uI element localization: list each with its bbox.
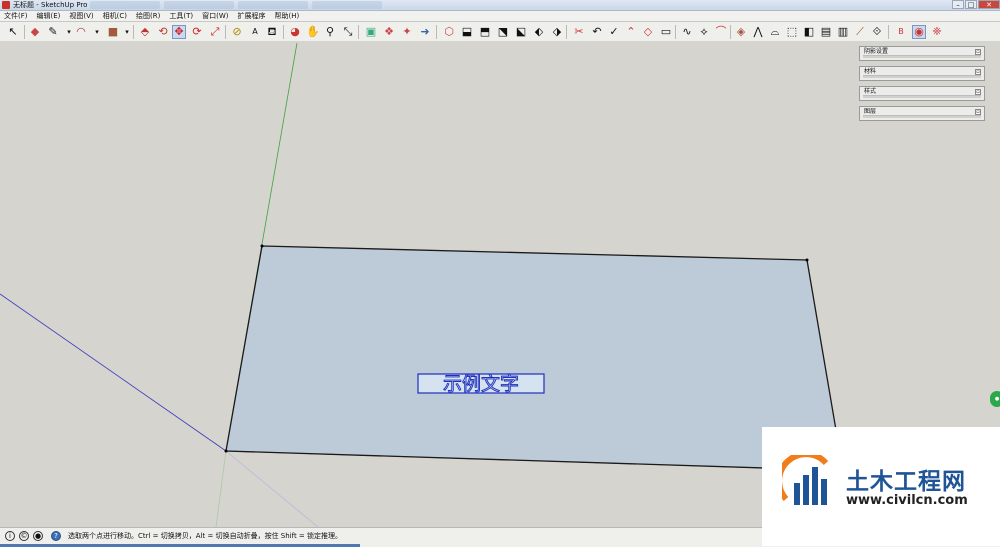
warehouse-icon[interactable]: ▣ — [364, 25, 378, 39]
main-toolbar: ↖ ◆ ✎ ▾ ◠ ▾ ■ ▾ ⬘ ⟲ ✥ ⟳ ⤢ ⊘ A ⛾ ◕ ✋ ⚲ ⤡ … — [0, 22, 1000, 42]
floating-badge-icon[interactable]: ● — [990, 391, 1000, 407]
back-edges-icon[interactable]: ⋀ — [751, 25, 765, 39]
user-icon[interactable]: ● — [33, 531, 43, 541]
follow-me-tool-icon[interactable]: ⟲ — [156, 25, 170, 39]
solid-tools-icon[interactable]: ✂ — [572, 25, 586, 39]
watermark-logo-icon — [782, 455, 829, 505]
top-view-icon[interactable]: ⬓ — [460, 25, 474, 39]
extension-warehouse-icon[interactable]: ✦ — [400, 25, 414, 39]
menu-extensions[interactable]: 扩展程序 — [233, 11, 270, 21]
left-view-icon[interactable]: ⬖ — [532, 25, 546, 39]
sketchup-app-icon — [2, 1, 10, 9]
paint-bucket-tool-icon[interactable]: ⛾ — [265, 25, 279, 39]
zoom-tool-icon[interactable]: ⚲ — [323, 25, 337, 39]
sandbox-smoove-icon[interactable]: ⌒ — [714, 25, 728, 39]
menu-edit[interactable]: 编辑(E) — [33, 11, 66, 21]
menu-camera[interactable]: 相机(C) — [99, 11, 132, 21]
ruby-script-icon[interactable]: ◉ — [912, 25, 926, 39]
front-view-icon[interactable]: ⬒ — [478, 25, 492, 39]
close-button[interactable]: ✕ — [978, 0, 1000, 9]
taskbar-ghost-tabs — [90, 0, 490, 10]
text-tool-icon[interactable]: A — [248, 25, 262, 39]
move-tool-icon[interactable]: ✥ — [172, 25, 186, 39]
status-message: 选取两个点进行移动。Ctrl = 切换拷贝，Alt = 切换自动折叠，按住 Sh… — [68, 532, 343, 540]
subtract-icon[interactable]: ⌃ — [624, 25, 638, 39]
sandbox-scratch-icon[interactable]: ⟡ — [697, 25, 711, 39]
arc-dropdown-icon[interactable]: ▾ — [90, 25, 104, 39]
orbit-tool-icon[interactable]: ◕ — [288, 25, 302, 39]
iso-view-icon[interactable]: ⬡ — [442, 25, 456, 39]
credits-icon[interactable]: © — [19, 531, 29, 541]
sandbox-contours-icon[interactable]: ∿ — [680, 25, 694, 39]
push-pull-tool-icon[interactable]: ⬘ — [138, 25, 152, 39]
panel-shadows[interactable]: 阴影设置 ▫ — [859, 46, 985, 61]
shape-dropdown-icon[interactable]: ▾ — [120, 25, 134, 39]
xray-style-icon[interactable]: ◈ — [734, 25, 748, 39]
menu-window[interactable]: 窗口(W) — [198, 11, 233, 21]
menu-tools[interactable]: 工具(T) — [165, 11, 198, 21]
select-tool-icon[interactable]: ↖ — [6, 25, 20, 39]
components-icon[interactable]: ❖ — [382, 25, 396, 39]
face-vertex — [260, 244, 264, 248]
panel-layers[interactable]: 图层 ▫ — [859, 106, 985, 121]
union-icon[interactable]: ✓ — [607, 25, 621, 39]
rotate-tool-icon[interactable]: ⟳ — [190, 25, 204, 39]
menu-bar: 文件(F) 编辑(E) 视图(V) 相机(C) 绘图(R) 工具(T) 窗口(W… — [0, 11, 1000, 22]
shape-tool-icon[interactable]: ■ — [106, 25, 120, 39]
scale-tool-icon[interactable]: ⤢ — [208, 25, 222, 39]
textured-style-icon[interactable]: ▤ — [819, 25, 833, 39]
panel-styles[interactable]: 样式 ▫ — [859, 86, 985, 101]
split-icon[interactable]: ▭ — [659, 25, 673, 39]
intersect-icon[interactable]: ↶ — [590, 25, 604, 39]
title-bar: 无标题 - SketchUp Pro – □ ✕ — [0, 0, 1000, 11]
panel-materials[interactable]: 材料 ▫ — [859, 66, 985, 81]
section-display-icon[interactable]: ⟐ — [870, 25, 884, 39]
section-plane-icon[interactable]: ⟋ — [853, 25, 867, 39]
text-label[interactable]: 示例文字 — [443, 373, 520, 396]
minimize-button[interactable]: – — [952, 0, 964, 9]
shaded-style-icon[interactable]: ◧ — [802, 25, 816, 39]
pencil-tool-icon[interactable]: ✎ — [46, 25, 60, 39]
menu-view[interactable]: 视图(V) — [65, 11, 98, 21]
pan-tool-icon[interactable]: ✋ — [306, 25, 320, 39]
ruby-console-icon[interactable]: B — [894, 25, 908, 39]
arc-tool-icon[interactable]: ◠ — [74, 25, 88, 39]
face-vertex — [805, 258, 809, 262]
instructor-icon[interactable]: ? — [51, 531, 61, 541]
window-title: 无标题 - SketchUp Pro — [13, 1, 88, 9]
tape-measure-tool-icon[interactable]: ⊘ — [230, 25, 244, 39]
bottom-view-icon[interactable]: ⬗ — [550, 25, 564, 39]
menu-help[interactable]: 帮助(H) — [270, 11, 304, 21]
hidden-line-style-icon[interactable]: ⬚ — [785, 25, 799, 39]
watermark: 土木工程网 www.civilcn.com — [762, 427, 1000, 546]
trim-icon[interactable]: ◇ — [641, 25, 655, 39]
maximize-button[interactable]: □ — [965, 0, 977, 9]
origin-vertex — [224, 449, 228, 453]
plugin-icon[interactable]: ❈ — [930, 25, 944, 39]
zoom-extents-icon[interactable]: ⤡ — [341, 25, 355, 39]
menu-file[interactable]: 文件(F) — [0, 11, 33, 21]
geolocation-icon[interactable]: i — [5, 531, 15, 541]
menu-draw[interactable]: 绘图(R) — [132, 11, 165, 21]
watermark-brand: 土木工程网 — [846, 469, 966, 495]
monochrome-style-icon[interactable]: ▥ — [836, 25, 850, 39]
back-view-icon[interactable]: ⬕ — [514, 25, 528, 39]
send-to-layout-icon[interactable]: ➜ — [418, 25, 432, 39]
watermark-url: www.civilcn.com — [846, 493, 968, 508]
rectangle-face[interactable] — [225, 245, 837, 469]
eraser-tool-icon[interactable]: ◆ — [28, 25, 42, 39]
right-view-icon[interactable]: ⬔ — [496, 25, 510, 39]
wireframe-style-icon[interactable]: ⌓ — [768, 25, 782, 39]
